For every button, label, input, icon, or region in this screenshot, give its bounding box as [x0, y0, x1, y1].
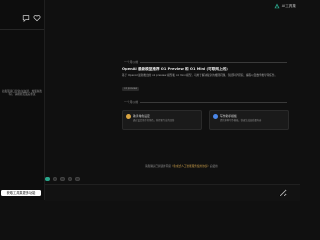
separator-line [140, 61, 287, 63]
prompt-card[interactable]: 写作助手模板 提供多种写作模板，快速生成高质量内容 [209, 110, 289, 130]
sidebar-divider [0, 29, 44, 30]
card-icon [126, 114, 131, 119]
sidebar-notice: 如发现接口异常(如白屏、加载失败等)，请刷新页面后重试 [2, 90, 42, 97]
chat-main: 一个月以前 OpenAI 最新模型推荐 O1 Preview 和 O1 Mini… [45, 0, 300, 200]
model-tag[interactable]: o1 preview [122, 87, 140, 91]
image-icon[interactable] [52, 176, 57, 182]
card-description: 通过设定助手的角色，获得更专业的回答 [133, 118, 175, 122]
get-more-features-button[interactable]: 获取工具集更多功能 [1, 190, 41, 196]
chat-input[interactable] [47, 187, 287, 197]
attach-icon[interactable] [60, 176, 65, 182]
date-separator-label: 一个月以前 [124, 60, 138, 64]
card-title: 写作助手模板 [220, 114, 237, 118]
model-select-icon[interactable] [45, 176, 50, 182]
heart-icon[interactable] [33, 14, 41, 22]
terms-prefix: 请您确认已阅读并同意 [145, 165, 171, 168]
more-icon[interactable] [75, 176, 80, 182]
message-body: 基于 OpenAI 最新推出的 o1 preview 模型和 o1 mini 模… [122, 74, 278, 77]
date-separator-label: 一个月以前 [124, 100, 138, 104]
prompt-card[interactable]: 助手角色设定 通过设定助手的角色，获得更专业的回答 [122, 110, 202, 130]
date-separator: 一个月以前 [122, 100, 287, 104]
message-title[interactable]: OpenAI 最新模型推荐 O1 Preview 和 O1 Mini (可联网上… [122, 67, 282, 72]
terms-link[interactable]: 《生成式人工智能服务使用协议》 [171, 165, 210, 168]
sidebar: 如发现接口异常(如白屏、加载失败等)，请刷新页面后重试 获取工具集更多功能 [0, 0, 45, 200]
card-icon [213, 114, 218, 119]
input-area [45, 184, 300, 201]
card-title: 助手角色设定 [133, 114, 150, 118]
separator-line [140, 101, 287, 103]
terms-notice: 请您确认已阅读并同意《生成式人工智能服务使用协议》后使用 [145, 164, 218, 168]
chat-icon[interactable] [22, 14, 30, 22]
input-toolbar [45, 176, 80, 182]
date-separator: 一个月以前 [122, 60, 287, 64]
terms-suffix: 后使用 [209, 165, 218, 168]
settings-icon[interactable] [67, 176, 72, 182]
card-description: 提供多种写作模板，快速生成高质量内容 [220, 118, 262, 122]
chat-app: 如发现接口异常(如白屏、加载失败等)，请刷新页面后重试 获取工具集更多功能 AI… [0, 0, 300, 201]
